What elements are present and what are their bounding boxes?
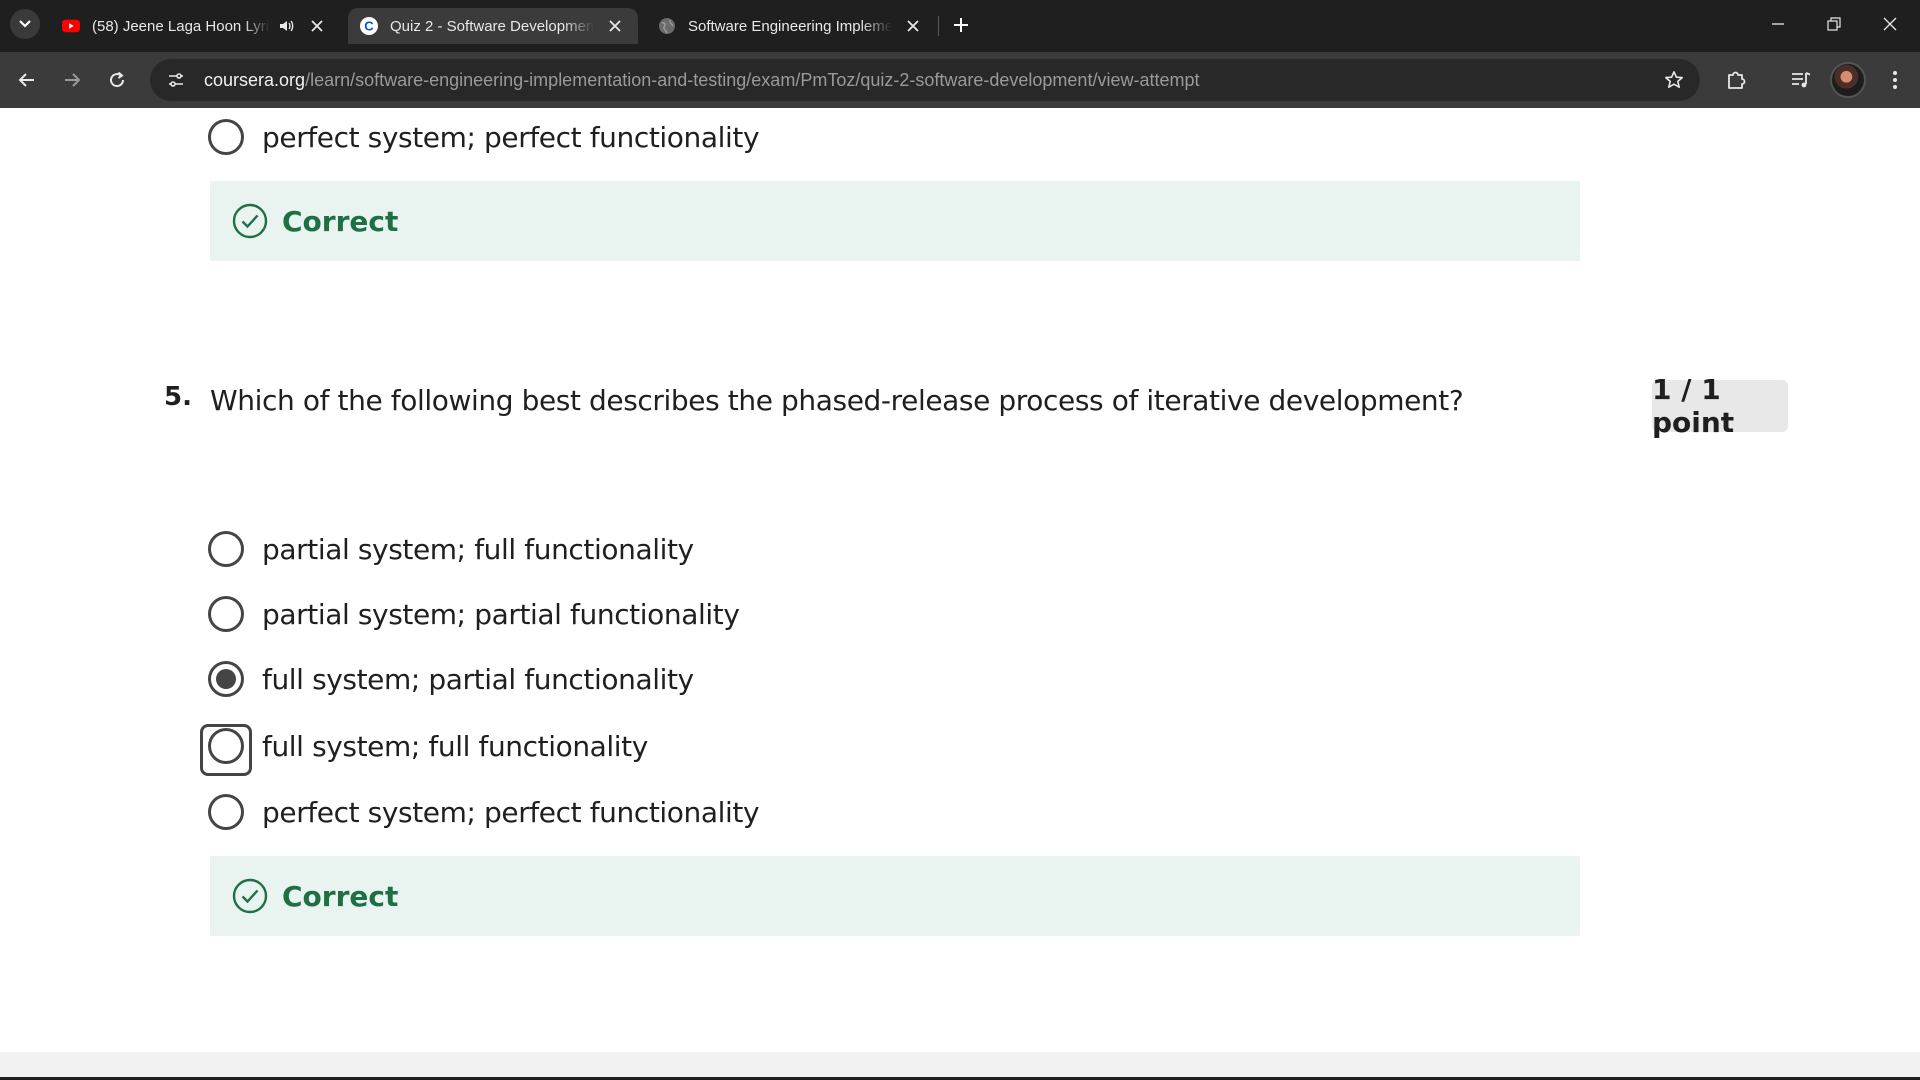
answer-option-focused[interactable]: full system; full functionality <box>200 724 648 776</box>
option-label: perfect system; perfect functionality <box>262 120 760 154</box>
radio-button[interactable] <box>208 794 244 830</box>
answer-option-selected[interactable]: full system; partial functionality <box>208 657 694 701</box>
tab-youtube[interactable]: (58) Jeene Laga Hoon Lyrical <box>50 8 340 44</box>
option-label: full system; full functionality <box>262 729 648 763</box>
radio-dot <box>216 669 236 689</box>
tab-title: Quiz 2 - Software Development <box>390 17 594 35</box>
extensions-button[interactable] <box>1720 64 1752 96</box>
check-circle-icon <box>232 878 268 914</box>
answer-option[interactable]: perfect system; perfect functionality <box>208 115 760 159</box>
restore-button[interactable] <box>1806 0 1862 48</box>
option-label: partial system; partial functionality <box>262 597 740 631</box>
back-button[interactable] <box>11 64 43 96</box>
new-tab-button[interactable] <box>946 10 976 40</box>
svg-text:C: C <box>364 19 374 34</box>
tab-search-button[interactable] <box>10 9 40 39</box>
tab-strip: (58) Jeene Laga Hoon Lyrical C Quiz 2 - … <box>0 0 1920 52</box>
question-text: Which of the following best describes th… <box>210 384 1464 417</box>
url-text: coursera.org/learn/software-engineering-… <box>204 70 1199 91</box>
more-vertical-icon <box>1893 71 1897 89</box>
feedback-correct-banner: Correct <box>210 181 1580 261</box>
option-label: partial system; full functionality <box>262 532 694 566</box>
playlist-music-icon <box>1792 72 1811 88</box>
puzzle-icon <box>1728 71 1746 89</box>
globe-icon <box>658 17 676 35</box>
restore-icon <box>1827 17 1841 31</box>
minimize-button[interactable] <box>1750 0 1806 48</box>
speaker-icon[interactable] <box>276 16 296 36</box>
coursera-icon: C <box>360 17 378 35</box>
radio-wrapper <box>200 724 252 776</box>
feedback-correct-banner: Correct <box>210 856 1580 936</box>
close-window-button[interactable] <box>1862 0 1918 48</box>
youtube-icon <box>62 17 80 35</box>
check-circle-icon <box>232 203 268 239</box>
close-icon <box>1883 17 1897 31</box>
close-tab-icon[interactable] <box>604 15 626 37</box>
url-host: coursera.org <box>204 69 306 90</box>
tab-title: Software Engineering Implementation <box>688 17 892 35</box>
radio-button[interactable] <box>208 531 244 567</box>
forward-button[interactable] <box>56 64 88 96</box>
site-settings-icon[interactable] <box>162 66 190 94</box>
answer-option[interactable]: perfect system; perfect functionality <box>208 790 760 834</box>
radio-button[interactable] <box>208 596 244 632</box>
browser-toolbar: coursera.org/learn/software-engineering-… <box>0 52 1920 108</box>
tab-divider <box>938 16 939 36</box>
focus-ring <box>200 724 252 776</box>
close-tab-icon[interactable] <box>306 15 328 37</box>
answer-option[interactable]: partial system; partial functionality <box>208 592 740 636</box>
points-badge: 1 / 1 point <box>1652 373 1788 439</box>
chrome-menu-button[interactable] <box>1879 64 1911 96</box>
tab-quiz[interactable]: C Quiz 2 - Software Development <box>348 8 638 44</box>
close-tab-icon[interactable] <box>902 15 924 37</box>
profile-avatar[interactable] <box>1830 62 1866 98</box>
question-number: 5. <box>164 382 192 412</box>
plus-icon <box>954 18 968 32</box>
feedback-text: Correct <box>282 204 399 238</box>
minimize-icon <box>1772 23 1784 25</box>
chevron-down-icon <box>19 20 31 28</box>
tab-title: (58) Jeene Laga Hoon Lyrical <box>92 17 270 35</box>
media-controls-button[interactable] <box>1785 64 1817 96</box>
arrow-left-icon <box>18 73 34 87</box>
reload-icon <box>110 71 125 88</box>
reload-button[interactable] <box>101 64 133 96</box>
arrow-right-icon <box>65 73 81 87</box>
option-label: perfect system; perfect functionality <box>262 795 760 829</box>
answer-option[interactable]: partial system; full functionality <box>208 527 694 571</box>
feedback-text: Correct <box>282 879 399 913</box>
radio-button[interactable] <box>208 119 244 155</box>
radio-button-checked[interactable] <box>208 661 244 697</box>
bookmark-star-icon[interactable] <box>1662 68 1686 92</box>
option-label: full system; partial functionality <box>262 662 694 696</box>
page-footer-band <box>0 1052 1920 1080</box>
tab-software-engineering[interactable]: Software Engineering Implementation <box>646 8 936 44</box>
address-bar[interactable]: coursera.org/learn/software-engineering-… <box>150 59 1700 101</box>
url-path: /learn/software-engineering-implementati… <box>305 69 1200 90</box>
